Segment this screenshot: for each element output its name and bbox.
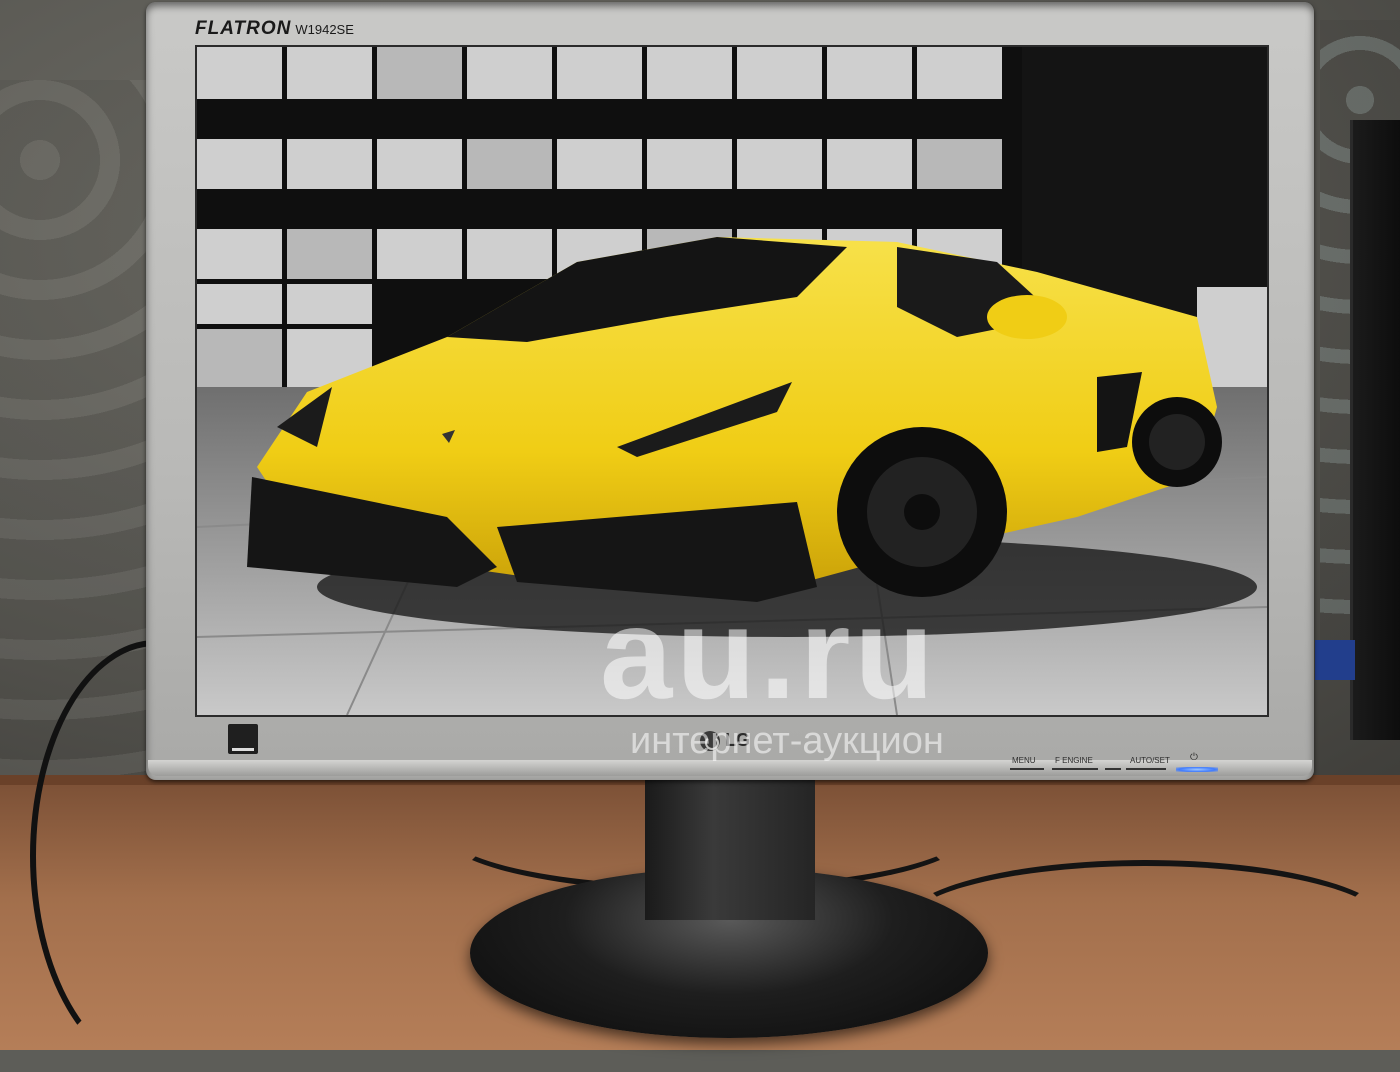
watermark-logo: au.ru xyxy=(600,580,938,726)
watermark-subtitle: интернет-аукцион xyxy=(630,720,944,762)
brand-text: FLATRON xyxy=(195,18,292,39)
laptop-edge xyxy=(1350,120,1400,740)
auto-set-button[interactable] xyxy=(1126,768,1166,770)
arrow-button[interactable] xyxy=(1105,768,1121,770)
menu-button[interactable] xyxy=(1010,768,1044,770)
power-icon: ⏻ xyxy=(1190,752,1198,763)
usb-device xyxy=(1315,640,1355,680)
monitor-brand: FLATRON W1942SE xyxy=(195,18,354,40)
energy-star-label xyxy=(228,724,258,754)
monitor-stand-neck xyxy=(645,775,815,920)
power-led[interactable] xyxy=(1176,767,1218,772)
menu-button-label: MENU xyxy=(1012,756,1036,765)
f-engine-button[interactable] xyxy=(1052,768,1098,770)
f-engine-button-label: f ENGINE xyxy=(1055,756,1093,765)
auto-set-button-label: AUTO/SET xyxy=(1130,756,1170,765)
model-text: W1942SE xyxy=(295,22,354,37)
